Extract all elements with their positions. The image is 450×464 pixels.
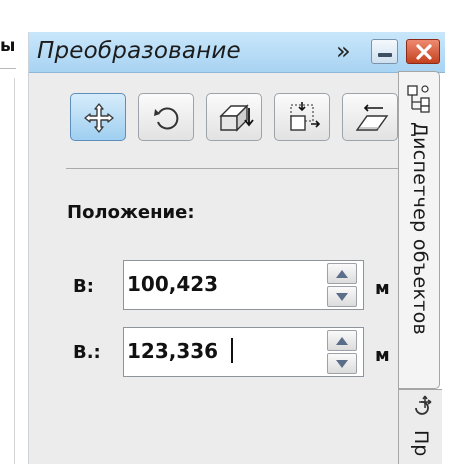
arrow-up-icon xyxy=(336,270,348,278)
minimize-icon xyxy=(378,53,392,57)
close-button[interactable] xyxy=(406,39,440,64)
tab-transform[interactable]: Пр xyxy=(398,389,442,464)
position-v-decrement-button[interactable] xyxy=(327,353,357,374)
field-label-h: В: xyxy=(73,276,94,297)
unit-label-v: м xyxy=(375,345,390,366)
skew-icon xyxy=(355,104,389,131)
toolbar-separator xyxy=(66,168,401,169)
position-v-input[interactable] xyxy=(127,337,317,365)
close-icon xyxy=(416,44,432,60)
tool-size-button[interactable] xyxy=(274,93,330,141)
left-panel-fragment: ы xyxy=(0,0,22,464)
move-cross-icon xyxy=(84,103,114,133)
left-panel-edge xyxy=(14,78,15,464)
tool-rotate-button[interactable] xyxy=(138,93,194,141)
docker-titlebar[interactable]: Преобразование » xyxy=(29,32,445,73)
left-panel-divider xyxy=(0,68,16,69)
left-panel-cut-text: ы xyxy=(0,36,16,56)
tab-object-manager[interactable]: Диспетчер объектов xyxy=(398,71,440,389)
position-h-stepper xyxy=(327,263,357,307)
section-title-position: Положение: xyxy=(67,202,195,223)
arrow-up-icon xyxy=(336,337,348,345)
size-icon xyxy=(290,102,321,131)
unit-label-h: м xyxy=(375,278,390,299)
field-v-container xyxy=(123,327,364,377)
minimize-button[interactable] xyxy=(371,39,398,64)
position-v-increment-button[interactable] xyxy=(327,330,357,351)
rotate-icon xyxy=(154,107,179,130)
transform-tab-icon xyxy=(415,395,432,415)
expand-chevron-icon[interactable]: » xyxy=(336,37,351,65)
position-h-decrement-button[interactable] xyxy=(327,286,357,307)
arrow-down-icon xyxy=(336,293,348,301)
arrow-down-icon xyxy=(336,360,348,368)
position-v-stepper xyxy=(327,330,357,374)
field-h-container xyxy=(123,260,364,310)
docker-title: Преобразование xyxy=(37,38,241,64)
tool-skew-button[interactable] xyxy=(342,93,398,141)
tab-transform-label: Пр xyxy=(410,430,432,457)
tab-object-manager-label: Диспетчер объектов xyxy=(409,122,431,336)
transform-docker: Преобразование » Положение: В: 100,423 м… xyxy=(28,32,445,464)
field-label-v: В.: xyxy=(73,342,101,363)
object-manager-icon xyxy=(407,85,430,113)
tool-scale-button[interactable] xyxy=(206,93,262,141)
tool-position-button[interactable] xyxy=(70,93,126,141)
text-caret xyxy=(231,338,233,363)
position-h-input[interactable] xyxy=(127,270,317,298)
scale-mirror-icon xyxy=(219,104,254,132)
position-h-increment-button[interactable] xyxy=(327,263,357,284)
app-window: ы Преобразование » Положение: В: 100,423… xyxy=(0,0,450,464)
